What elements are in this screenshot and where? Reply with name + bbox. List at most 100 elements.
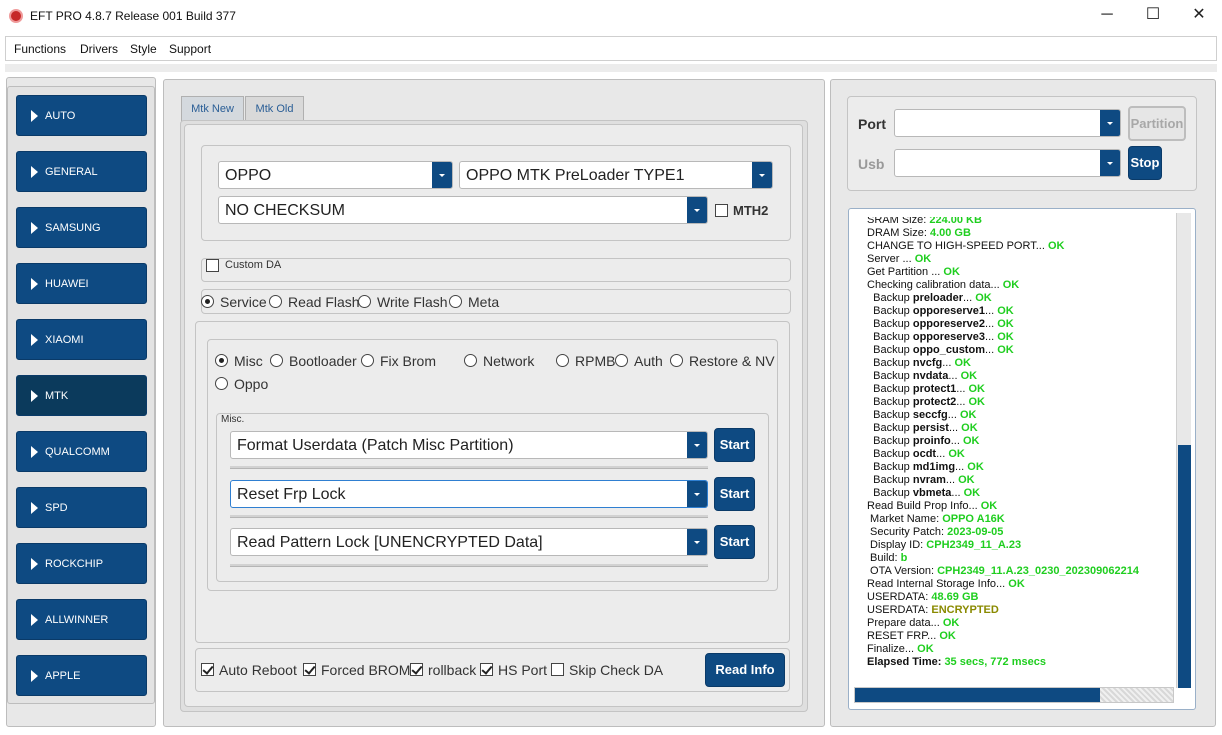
port-select[interactable] xyxy=(894,109,1121,137)
sidebar-item-label: AUTO xyxy=(45,110,76,122)
misc-function-select-3[interactable]: Read Pattern Lock [UNENCRYPTED Data] xyxy=(230,528,708,556)
chevron-down-icon xyxy=(687,481,707,507)
log-horizontal-scrollbar[interactable] xyxy=(854,687,1174,703)
log-line: Display ID: CPH2349_11_A.23 xyxy=(867,539,1021,552)
log-text: Server ... xyxy=(867,253,915,265)
mth2-checkbox[interactable] xyxy=(715,204,728,217)
read-info-button[interactable]: Read Info xyxy=(705,653,785,687)
model-select[interactable]: OPPO MTK PreLoader TYPE1 xyxy=(459,161,773,189)
stop-button[interactable]: Stop xyxy=(1128,146,1162,180)
log-ok: OK xyxy=(954,357,971,369)
log-text: USERDATA: xyxy=(867,604,932,616)
log-text: ... xyxy=(956,396,969,408)
menu-support[interactable]: Support xyxy=(169,42,211,56)
log-text: Backup xyxy=(867,396,913,408)
close-button[interactable]: ✕ xyxy=(1176,0,1222,32)
radio-bootloader[interactable] xyxy=(270,354,283,367)
log-bold: opporeserve2 xyxy=(912,318,986,330)
app-logo-icon xyxy=(9,9,23,23)
caret-right-icon xyxy=(31,334,38,346)
auto-reboot-checkbox[interactable] xyxy=(201,663,214,676)
log-line: Prepare data... OK xyxy=(867,617,959,630)
sidebar-item-samsung[interactable]: SAMSUNG xyxy=(16,207,147,248)
log-vertical-scroll-thumb[interactable] xyxy=(1178,445,1191,688)
skip-check-da-label: Skip Check DA xyxy=(569,662,664,678)
radio-auth[interactable] xyxy=(615,354,628,367)
caret-right-icon xyxy=(31,166,38,178)
radio-oppo[interactable] xyxy=(215,377,228,390)
sidebar-item-rockchip[interactable]: ROCKCHIP xyxy=(16,543,147,584)
start-button-3[interactable]: Start xyxy=(714,525,755,559)
radio-restore-nv[interactable] xyxy=(670,354,683,367)
log-ok: OK xyxy=(943,266,960,278)
radio-network[interactable] xyxy=(464,354,477,367)
sidebar-item-qualcomm[interactable]: QUALCOMM xyxy=(16,431,147,472)
sidebar-item-spd[interactable]: SPD xyxy=(16,487,147,528)
log-text: ... xyxy=(942,357,955,369)
log-value: 224.00 KB xyxy=(929,217,982,226)
log-vertical-scrollbar[interactable] xyxy=(1176,213,1191,688)
usb-select[interactable] xyxy=(894,149,1121,177)
sidebar-item-mtk[interactable]: MTK xyxy=(16,375,147,416)
custom-da-checkbox[interactable] xyxy=(206,259,219,272)
log-line: Backup vbmeta... OK xyxy=(867,487,980,500)
caret-right-icon xyxy=(31,390,38,402)
sidebar-item-label: XIAOMI xyxy=(45,334,84,346)
start-button-1[interactable]: Start xyxy=(714,428,755,462)
log-enc: ENCRYPTED xyxy=(931,604,999,616)
log-ok: OK xyxy=(961,422,978,434)
radio-write-flash[interactable] xyxy=(358,295,371,308)
sidebar-item-apple[interactable]: APPLE xyxy=(16,655,147,696)
log-ok: OK xyxy=(1008,578,1025,590)
log-ok: OK xyxy=(997,344,1014,356)
log-line: Backup md1img... OK xyxy=(867,461,984,474)
caret-right-icon xyxy=(31,222,38,234)
forced-brom-checkbox[interactable] xyxy=(303,663,316,676)
hs-port-checkbox[interactable] xyxy=(480,663,493,676)
log-line: Backup nvcfg... OK xyxy=(867,357,971,370)
caret-right-icon xyxy=(31,670,38,682)
misc-function-select-2[interactable]: Reset Frp Lock xyxy=(230,480,708,508)
misc-function-select-1[interactable]: Format Userdata (Patch Misc Partition) xyxy=(230,431,708,459)
sidebar-item-auto[interactable]: AUTO xyxy=(16,95,147,136)
radio-misc[interactable] xyxy=(215,354,228,367)
sidebar-item-huawei[interactable]: HUAWEI xyxy=(16,263,147,304)
radio-rpmb[interactable] xyxy=(556,354,569,367)
tab-mtk-new[interactable]: Mtk New xyxy=(181,96,244,121)
divider xyxy=(230,564,708,567)
menu-functions[interactable]: Functions xyxy=(14,42,66,56)
radio-service[interactable] xyxy=(201,295,214,308)
log-ok: OK xyxy=(1002,279,1020,291)
log-horizontal-scroll-thumb[interactable] xyxy=(855,688,1100,702)
log-line: OTA Version: CPH2349_11.A.23_0230_202309… xyxy=(867,565,1139,578)
radio-fix-brom[interactable] xyxy=(361,354,374,367)
rollback-checkbox[interactable] xyxy=(410,663,423,676)
minimize-button[interactable]: ─ xyxy=(1084,0,1130,32)
sidebar-item-general[interactable]: GENERAL xyxy=(16,151,147,192)
skip-check-da-checkbox[interactable] xyxy=(551,663,564,676)
sidebar-item-allwinner[interactable]: ALLWINNER xyxy=(16,599,147,640)
tab-mtk-old[interactable]: Mtk Old xyxy=(245,96,304,121)
log-ok: OK xyxy=(963,487,981,499)
brand-select[interactable]: OPPO xyxy=(218,161,453,189)
radio-meta[interactable] xyxy=(449,295,462,308)
start-button-2[interactable]: Start xyxy=(714,477,755,511)
log-value: 2023-09-05 xyxy=(947,526,1004,538)
log-line: Backup ocdt... OK xyxy=(867,448,965,461)
chevron-down-icon xyxy=(752,162,772,188)
log-value: b xyxy=(900,552,908,564)
menu-style[interactable]: Style xyxy=(130,42,157,56)
log-lines: SRAM Size: 224.00 KB DRAM Size: 4.00 GB CH… xyxy=(849,217,1174,687)
log-text: ... xyxy=(947,409,960,421)
partition-button[interactable]: Partition xyxy=(1128,106,1186,141)
checksum-select[interactable]: NO CHECKSUM xyxy=(218,196,708,224)
sidebar-item-label: QUALCOMM xyxy=(45,446,110,458)
radio-read-flash[interactable] xyxy=(269,295,282,308)
misc-function-value-1: Format Userdata (Patch Misc Partition) xyxy=(237,437,514,454)
sidebar-item-label: SPD xyxy=(45,502,68,514)
maximize-button[interactable]: ☐ xyxy=(1130,0,1176,32)
log-text: Backup xyxy=(867,344,913,356)
log-ok: OK xyxy=(959,409,977,421)
sidebar-item-xiaomi[interactable]: XIAOMI xyxy=(16,319,147,360)
menu-drivers[interactable]: Drivers xyxy=(80,42,118,56)
